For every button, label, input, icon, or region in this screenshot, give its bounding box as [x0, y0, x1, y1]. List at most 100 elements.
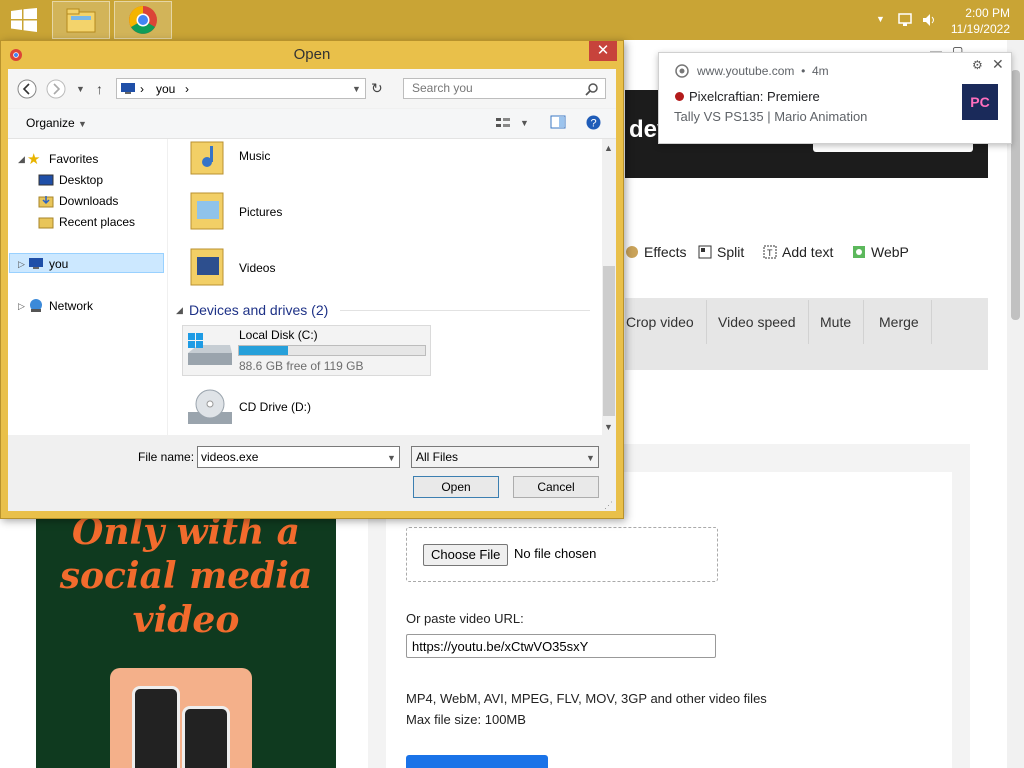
cd-drive-name[interactable]: CD Drive (D:): [239, 400, 311, 414]
file-explorer-icon[interactable]: [52, 1, 110, 39]
computer-icon: [120, 82, 136, 98]
chevron-up-icon[interactable]: ▼: [876, 14, 885, 24]
notification-body: Tally VS PS135 | Mario Animation: [674, 109, 868, 124]
dialog-title: Open: [293, 46, 331, 63]
add-text-icon: T: [763, 245, 777, 259]
page-scrollbar[interactable]: [1007, 40, 1024, 768]
address-separator[interactable]: ›: [140, 82, 144, 96]
nav-downloads[interactable]: Downloads: [59, 194, 118, 208]
forward-icon[interactable]: [46, 79, 66, 102]
view-options-icon[interactable]: [495, 116, 511, 133]
nav-you[interactable]: you: [49, 257, 68, 271]
file-name-dropdown-icon[interactable]: ▼: [387, 453, 396, 463]
taskbar: ▼ 2:00 PM 11/19/2022: [0, 0, 1024, 40]
expand-arrow-icon[interactable]: ▷: [18, 259, 25, 270]
up-arrow-icon[interactable]: ↑: [96, 81, 103, 97]
ad-line-2: social media: [59, 555, 313, 597]
tab-crop-video[interactable]: Crop video: [614, 300, 707, 344]
local-disk-name: Local Disk (C:): [239, 328, 318, 342]
pictures-folder-icon[interactable]: [189, 189, 225, 230]
network-icon: [28, 298, 44, 316]
choose-file-button[interactable]: Choose File: [423, 544, 509, 566]
tool-webp[interactable]: WebP: [852, 241, 909, 263]
upload-button[interactable]: [406, 755, 548, 768]
tab-mute[interactable]: Mute: [808, 300, 865, 344]
view-dropdown-icon[interactable]: ▼: [520, 118, 529, 128]
live-dot-icon: [675, 92, 684, 101]
effects-icon: [625, 245, 639, 259]
videos-folder-icon[interactable]: [189, 245, 225, 286]
file-type-dropdown-icon[interactable]: ▼: [586, 453, 595, 463]
chrome-icon[interactable]: [114, 1, 172, 39]
notification-source: www.youtube.com • 4m: [697, 64, 829, 78]
notification-separator: •: [797, 64, 809, 78]
nav-network[interactable]: Network: [49, 299, 93, 313]
folder-videos-label[interactable]: Videos: [239, 261, 275, 275]
close-icon[interactable]: ✕: [992, 56, 1004, 73]
clock[interactable]: 2:00 PM 11/19/2022: [951, 5, 1010, 37]
address-bar[interactable]: [116, 78, 366, 99]
volume-icon[interactable]: [921, 12, 939, 31]
tab-video-speed[interactable]: Video speed: [706, 300, 809, 344]
max-size-text: Max file size: 100MB: [406, 712, 526, 727]
windows-logo-icon[interactable]: [11, 8, 37, 35]
music-folder-icon[interactable]: [189, 138, 225, 176]
organize-label: Organize: [26, 116, 75, 130]
file-name-label: File name:: [138, 450, 195, 464]
tool-add-text[interactable]: T Add text: [763, 241, 833, 263]
folder-pictures-label[interactable]: Pictures: [239, 205, 282, 219]
star-icon: ★: [27, 151, 41, 168]
collapse-arrow-icon[interactable]: ◢: [176, 305, 183, 316]
ad-line-3: video: [132, 599, 240, 641]
recent-locations-icon[interactable]: ▼: [76, 84, 85, 94]
devices-group-header[interactable]: Devices and drives (2): [189, 302, 328, 318]
organize-button[interactable]: Organize ▼: [26, 116, 87, 130]
video-url-input[interactable]: https://youtu.be/xCtwVO35sxY: [406, 634, 716, 658]
notification-title: Pixelcraftian: Premiere: [689, 89, 820, 104]
page-scrollbar-thumb[interactable]: [1011, 70, 1020, 320]
file-list-scrollbar[interactable]: [602, 139, 616, 435]
supported-formats-text: MP4, WebM, AVI, MPEG, FLV, MOV, 3GP and …: [406, 691, 767, 706]
expand-arrow-icon[interactable]: ▷: [18, 301, 25, 312]
no-file-text: No file chosen: [514, 546, 597, 561]
advertisement[interactable]: Only with a social media video: [36, 500, 336, 768]
file-type-select[interactable]: All Files: [411, 446, 599, 468]
nav-favorites[interactable]: Favorites: [49, 152, 98, 166]
file-name-input[interactable]: videos.exe: [197, 446, 400, 468]
svg-text:?: ?: [591, 118, 597, 130]
scroll-up-icon[interactable]: ▲: [604, 143, 613, 153]
chevron-down-icon: ▼: [78, 119, 87, 129]
cancel-button[interactable]: Cancel: [513, 476, 599, 498]
disk-usage-fill: [239, 346, 288, 355]
nav-desktop[interactable]: Desktop: [59, 173, 103, 187]
phone-image: [182, 706, 230, 768]
scroll-down-icon[interactable]: ▼: [604, 422, 613, 432]
search-input[interactable]: Search you: [403, 78, 606, 99]
local-disk-free: 88.6 GB free of 119 GB: [239, 359, 364, 373]
open-button[interactable]: Open: [413, 476, 499, 498]
dialog-close-button[interactable]: ✕: [589, 41, 617, 61]
back-icon[interactable]: [17, 79, 37, 102]
split-icon: [698, 245, 712, 259]
cd-drive-icon[interactable]: [186, 386, 234, 433]
address-path-you[interactable]: you: [156, 82, 175, 96]
preview-pane-icon[interactable]: [550, 115, 566, 132]
scrollbar-thumb[interactable]: [603, 266, 615, 416]
network-icon[interactable]: [897, 12, 915, 31]
tool-effects[interactable]: Effects: [625, 241, 687, 263]
gear-icon[interactable]: ⚙: [972, 58, 983, 72]
tool-webp-label: WebP: [871, 244, 909, 260]
address-dropdown-icon[interactable]: ▼: [352, 84, 361, 94]
folder-music-label[interactable]: Music: [239, 149, 270, 163]
expand-arrow-icon[interactable]: ◢: [18, 154, 25, 165]
recent-places-icon: [38, 215, 54, 232]
refresh-icon[interactable]: ↻: [371, 80, 383, 97]
resize-grip-icon[interactable]: ⋰: [604, 500, 613, 511]
tool-split[interactable]: Split: [698, 241, 744, 263]
address-separator[interactable]: ›: [185, 82, 189, 96]
tab-merge[interactable]: Merge: [867, 300, 932, 344]
computer-icon: [28, 257, 44, 273]
nav-recent-places[interactable]: Recent places: [59, 215, 135, 229]
help-icon[interactable]: ?: [586, 115, 601, 133]
chrome-icon: [675, 64, 689, 81]
